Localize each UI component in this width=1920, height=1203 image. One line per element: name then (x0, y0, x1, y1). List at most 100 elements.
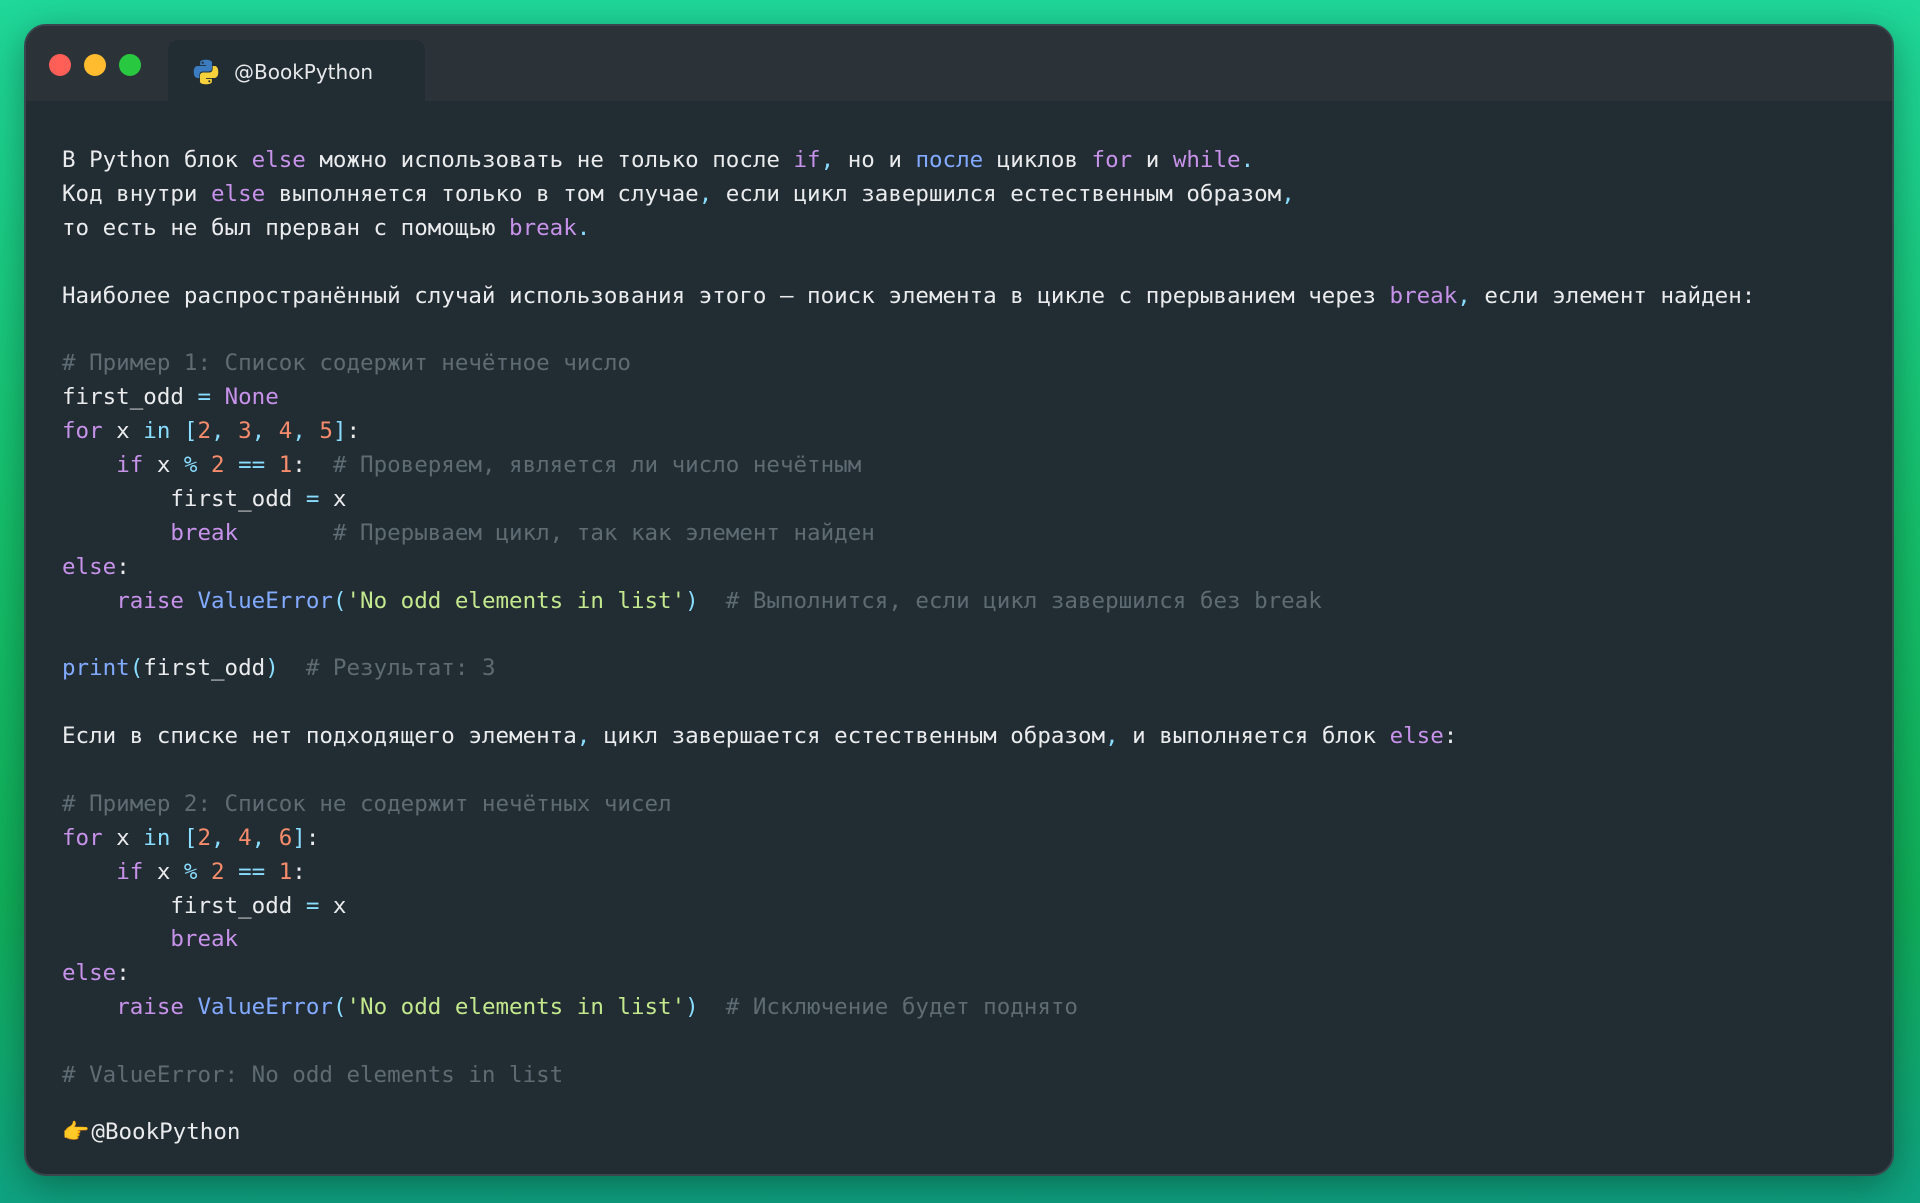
code-token: . (1240, 147, 1255, 173)
code-token: None (224, 384, 279, 411)
code-token: , (1457, 282, 1471, 309)
code-token: x (102, 824, 144, 851)
code-token: in (143, 824, 171, 851)
code-token: ValueError (197, 587, 333, 614)
code-token: else (1389, 723, 1444, 750)
code-line: first_odd = x (62, 890, 1872, 924)
code-token: : (305, 824, 320, 851)
close-window-button[interactable] (49, 54, 71, 76)
code-token: else (211, 180, 266, 207)
code-token: = (305, 485, 320, 512)
code-token: : (346, 418, 361, 445)
code-token: : (116, 960, 130, 987)
code-line: print(first_odd) # Результат: 3 (62, 652, 1872, 686)
code-token: raise (116, 994, 184, 1021)
code-token: 4 (278, 418, 293, 445)
maximize-window-button[interactable] (119, 54, 141, 76)
code-token: if (793, 147, 821, 173)
code-token: можно использовать не только после (305, 147, 794, 173)
code-token: = (305, 892, 320, 919)
code-line: else: (62, 957, 1872, 991)
code-token: # Исключение будет поднято (725, 994, 1078, 1021)
python-logo-icon (193, 59, 219, 84)
code-line: for x in [2, 3, 4, 5]: (62, 415, 1872, 449)
code-token: [ (183, 824, 198, 851)
code-line: if x % 2 == 1: (62, 856, 1872, 890)
code-token: 1 (278, 858, 293, 885)
code-line: # ValueError: No odd elements in list (62, 1059, 1872, 1093)
code-token: x (102, 418, 144, 445)
code-token: и выполняется блок (1118, 723, 1390, 750)
code-token: . (576, 214, 591, 241)
code-token: , (251, 824, 266, 851)
code-line: raise ValueError('No odd elements in lis… (62, 585, 1872, 619)
code-token: , (1281, 180, 1295, 207)
code-token: , (251, 418, 266, 445)
code-token: # Проверяем, является ли число нечётным (332, 452, 862, 479)
code-token: , (1105, 723, 1119, 750)
code-token: : (1443, 723, 1458, 750)
code-token: == (238, 858, 266, 885)
code-token: но и (834, 147, 916, 173)
code-token: for (1091, 147, 1133, 173)
code-line: break # Прерываем цикл, так как элемент … (62, 517, 1872, 551)
code-token: # Пример 2: Список не содержит нечётных … (62, 790, 672, 817)
code-token: while (1172, 147, 1241, 173)
code-token: ) (685, 994, 699, 1021)
code-token: for (62, 418, 103, 445)
code-line: то есть не был прерван с помощью break. (62, 212, 1872, 246)
code-token: : (292, 858, 306, 885)
code-token: , (698, 180, 713, 207)
code-token: ] (292, 824, 306, 851)
code-line: first_odd = x (62, 483, 1872, 517)
code-token: 5 (319, 418, 333, 445)
code-token: выполняется только в том случае (265, 180, 699, 207)
tab-bookpython[interactable]: @BookPython (168, 40, 425, 103)
code-token: ( (129, 655, 144, 682)
code-line: Код внутри else выполняется только в том… (62, 178, 1872, 212)
code-token: if (116, 858, 144, 885)
code-token: В Python блок (62, 147, 252, 173)
code-token: 2 (197, 824, 212, 851)
code-token: break (170, 926, 239, 953)
code-token: цикл завершается естественным образом (590, 723, 1106, 750)
code-token: # Результат: 3 (305, 655, 496, 682)
code-token: ) (685, 587, 699, 614)
code-token: Наиболее распространённый случай использ… (62, 282, 1390, 309)
code-token: 1 (278, 452, 293, 479)
code-line: raise ValueError('No odd elements in lis… (62, 991, 1872, 1025)
code-token: , (292, 418, 306, 445)
code-token: else (251, 147, 306, 173)
minimize-window-button[interactable] (84, 54, 106, 76)
code-token: x (143, 858, 184, 885)
code-token: ] (332, 418, 347, 445)
code-line: # Пример 1: Список содержит нечётное чис… (62, 347, 1872, 381)
code-token: Код внутри (62, 180, 212, 207)
code-token: in (143, 418, 171, 445)
code-token: x (143, 452, 184, 479)
tab-title: @BookPython (234, 59, 374, 84)
footer-handle[interactable]: @BookPython (91, 1119, 240, 1145)
code-token: print (62, 655, 130, 682)
code-token: break (1389, 282, 1458, 309)
code-token: first_odd (62, 892, 306, 919)
code-token: , (576, 723, 591, 750)
code-line: Если в списке нет подходящего элемента, … (62, 720, 1872, 754)
code-token: ValueError (197, 994, 333, 1021)
title-bar: @BookPython (26, 26, 1892, 103)
code-token: first_odd (62, 485, 306, 512)
